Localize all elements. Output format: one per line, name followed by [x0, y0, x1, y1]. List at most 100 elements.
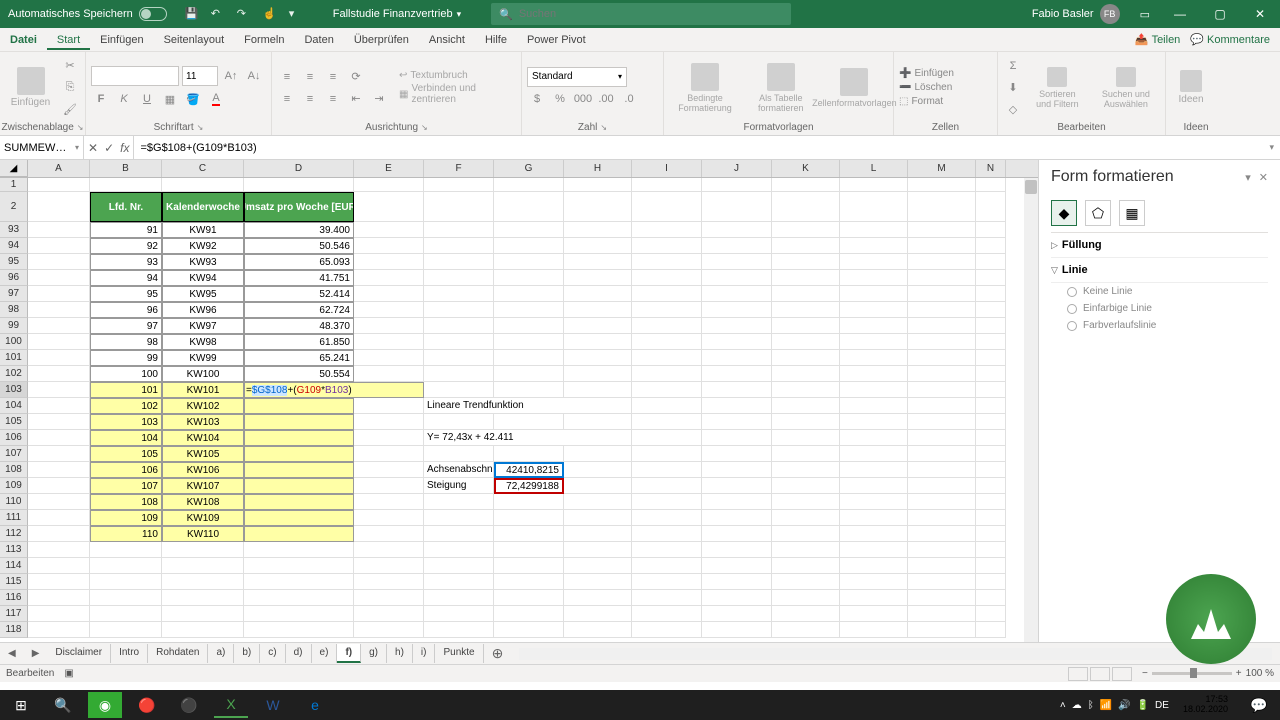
cell[interactable]: 94: [90, 270, 162, 286]
cell[interactable]: [772, 254, 840, 270]
cell[interactable]: KW102: [162, 398, 244, 414]
close-button[interactable]: ✕: [1240, 0, 1280, 28]
cell[interactable]: [632, 414, 702, 430]
row-header[interactable]: 98: [0, 302, 28, 318]
tab-start[interactable]: Start: [47, 30, 90, 50]
cell[interactable]: [976, 398, 1006, 414]
cell[interactable]: [632, 478, 702, 494]
cell[interactable]: [632, 178, 702, 192]
cell[interactable]: [564, 478, 632, 494]
cell[interactable]: [908, 446, 976, 462]
cell[interactable]: [632, 526, 702, 542]
col-header-E[interactable]: E: [354, 160, 424, 177]
cell[interactable]: 98: [90, 334, 162, 350]
cell[interactable]: [28, 302, 90, 318]
cell[interactable]: [564, 350, 632, 366]
cell[interactable]: [702, 590, 772, 606]
cell[interactable]: [28, 366, 90, 382]
row-header[interactable]: 93: [0, 222, 28, 238]
cell[interactable]: 99: [90, 350, 162, 366]
horizontal-scrollbar[interactable]: [519, 648, 1272, 660]
cell[interactable]: [702, 494, 772, 510]
cell[interactable]: [976, 414, 1006, 430]
pane-close-icon[interactable]: ✕: [1259, 172, 1268, 184]
cell[interactable]: [976, 494, 1006, 510]
align-launcher[interactable]: ↘: [421, 123, 428, 132]
cell[interactable]: [354, 606, 424, 622]
cell[interactable]: [840, 430, 908, 446]
cell[interactable]: [772, 350, 840, 366]
cell[interactable]: [244, 398, 354, 414]
cell[interactable]: [424, 302, 494, 318]
cell-styles-button[interactable]: Zellenformatvorlagen: [821, 58, 888, 118]
cell[interactable]: [702, 574, 772, 590]
cell[interactable]: [632, 398, 702, 414]
ribbon-mode-icon[interactable]: ▭: [1130, 8, 1160, 21]
font-size-input[interactable]: [182, 66, 218, 86]
cell[interactable]: [772, 366, 840, 382]
cell[interactable]: 107: [90, 478, 162, 494]
cell[interactable]: [908, 366, 976, 382]
cell[interactable]: KW107: [162, 478, 244, 494]
cell[interactable]: [244, 430, 354, 446]
cell[interactable]: [424, 270, 494, 286]
cell[interactable]: 103: [90, 414, 162, 430]
row-header[interactable]: 2: [0, 192, 28, 222]
cell[interactable]: [244, 446, 354, 462]
tray-up-icon[interactable]: ˄: [1060, 700, 1066, 711]
cell[interactable]: [244, 494, 354, 510]
cell[interactable]: [354, 238, 424, 254]
cell[interactable]: [244, 510, 354, 526]
cell[interactable]: [28, 478, 90, 494]
cell[interactable]: [354, 192, 424, 222]
cell[interactable]: [244, 590, 354, 606]
col-header-H[interactable]: H: [564, 160, 632, 177]
cell[interactable]: [244, 178, 354, 192]
cell[interactable]: [354, 398, 424, 414]
cell[interactable]: [632, 542, 702, 558]
clipboard-launcher[interactable]: ↘: [77, 123, 84, 132]
cell[interactable]: [632, 302, 702, 318]
taskbar-clock[interactable]: 17:5318.02.2020: [1177, 695, 1234, 715]
cell[interactable]: [494, 382, 564, 398]
cell[interactable]: [28, 270, 90, 286]
cell[interactable]: [908, 302, 976, 318]
cell[interactable]: [976, 222, 1006, 238]
cell[interactable]: 105: [90, 446, 162, 462]
cut-icon[interactable]: ✂: [60, 56, 80, 76]
cell[interactable]: [772, 398, 840, 414]
row-header[interactable]: 106: [0, 430, 28, 446]
cell[interactable]: [840, 222, 908, 238]
cell[interactable]: [354, 254, 424, 270]
cell[interactable]: [840, 286, 908, 302]
cell[interactable]: [702, 366, 772, 382]
cell[interactable]: [976, 590, 1006, 606]
start-button[interactable]: ⊞: [4, 692, 38, 718]
cell[interactable]: [632, 366, 702, 382]
cell[interactable]: [772, 606, 840, 622]
cell[interactable]: [28, 574, 90, 590]
cell[interactable]: [564, 192, 632, 222]
cell[interactable]: [244, 526, 354, 542]
cell[interactable]: KW96: [162, 302, 244, 318]
cell[interactable]: [494, 302, 564, 318]
cell[interactable]: [354, 286, 424, 302]
cell[interactable]: [908, 222, 976, 238]
cell[interactable]: [632, 494, 702, 510]
cell[interactable]: [632, 350, 702, 366]
cell[interactable]: [162, 574, 244, 590]
cell[interactable]: [772, 462, 840, 478]
fill-color-icon[interactable]: 🪣: [183, 89, 203, 109]
cell[interactable]: [354, 542, 424, 558]
cell[interactable]: [424, 446, 494, 462]
cell[interactable]: [908, 318, 976, 334]
save-icon[interactable]: 💾: [185, 7, 199, 21]
cell[interactable]: [840, 270, 908, 286]
cell[interactable]: [632, 238, 702, 254]
tab-ansicht[interactable]: Ansicht: [419, 30, 475, 50]
cell[interactable]: Lineare Trendfunktion: [424, 398, 632, 414]
cell[interactable]: [494, 606, 564, 622]
zoom-slider[interactable]: [1152, 672, 1232, 675]
cell[interactable]: [702, 414, 772, 430]
font-launcher[interactable]: ↘: [197, 123, 204, 132]
